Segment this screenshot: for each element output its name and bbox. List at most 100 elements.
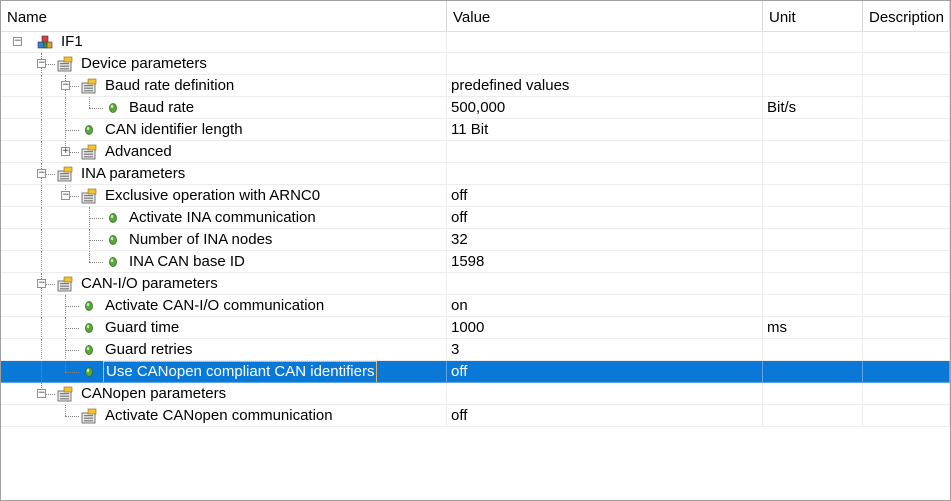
description-cell [863, 361, 950, 383]
collapse-toggle-icon[interactable]: − [37, 389, 46, 398]
column-header-name[interactable]: Name [1, 1, 447, 31]
value-cell[interactable]: off [447, 185, 763, 207]
tree-guide-line [41, 339, 42, 360]
tree-guide-line [89, 262, 103, 263]
value-cell[interactable] [447, 141, 763, 163]
tree-guide-line [41, 141, 42, 162]
row-label: Advanced [105, 143, 172, 160]
value-cell[interactable]: 11 Bit [447, 119, 763, 141]
name-cell[interactable]: Activate CAN-I/O communication [1, 295, 447, 317]
unit-cell [763, 75, 863, 97]
tree-guide-line [41, 295, 42, 316]
name-cell[interactable]: − CAN-I/O parameters [1, 273, 447, 295]
tree-guide-line [65, 416, 79, 417]
tree-guide-line [65, 306, 79, 307]
tree-row[interactable]: − CAN-I/O parameters [1, 273, 950, 295]
tree-row[interactable]: Guard retries 3 [1, 339, 950, 361]
unit-cell [763, 405, 863, 427]
name-cell[interactable]: INA CAN base ID [1, 251, 447, 273]
value-cell[interactable] [447, 273, 763, 295]
tree-guide-line [41, 251, 42, 272]
interface-icon [37, 35, 53, 49]
tree-guide-line [41, 361, 42, 382]
name-cell[interactable]: − Device parameters [1, 53, 447, 75]
description-cell [863, 75, 950, 97]
description-cell [863, 273, 950, 295]
tree-row[interactable]: Activate INA communication off [1, 207, 950, 229]
name-cell[interactable]: − CANopen parameters [1, 383, 447, 405]
row-label: INA CAN base ID [129, 253, 245, 270]
name-cell[interactable]: + Advanced [1, 141, 447, 163]
tree-guide-line [41, 185, 42, 206]
description-cell [863, 141, 950, 163]
value-cell[interactable]: on [447, 295, 763, 317]
parameter-leaf-icon [109, 213, 117, 223]
tree-row[interactable]: − INA parameters [1, 163, 950, 185]
name-cell[interactable]: Number of INA nodes [1, 229, 447, 251]
tree-guide-line [41, 317, 42, 338]
name-cell[interactable]: − INA parameters [1, 163, 447, 185]
tree-row[interactable]: Baud rate 500,000 Bit/s [1, 97, 950, 119]
name-cell[interactable]: Activate CANopen communication [1, 405, 447, 427]
collapse-toggle-icon[interactable]: − [37, 169, 46, 178]
column-header-value[interactable]: Value [447, 1, 763, 31]
tree-row[interactable]: Use CANopen compliant CAN identifiers off [1, 361, 950, 383]
value-cell[interactable]: off [447, 361, 763, 383]
collapse-toggle-icon[interactable]: − [61, 81, 70, 90]
name-cell[interactable]: − Baud rate definition [1, 75, 447, 97]
name-cell[interactable]: CAN identifier length [1, 119, 447, 141]
name-cell[interactable]: Activate INA communication [1, 207, 447, 229]
name-cell[interactable]: Baud rate [1, 97, 447, 119]
value-cell[interactable] [447, 53, 763, 75]
collapse-toggle-icon[interactable]: − [13, 37, 22, 46]
value-cell[interactable]: 500,000 [447, 97, 763, 119]
tree-row[interactable]: − Device parameters [1, 53, 950, 75]
value-cell[interactable]: off [447, 405, 763, 427]
name-cell[interactable]: Guard time [1, 317, 447, 339]
tree-row[interactable]: − CANopen parameters [1, 383, 950, 405]
description-cell [863, 405, 950, 427]
tree-row[interactable]: Activate CANopen communication off [1, 405, 950, 427]
tree-guide-line [65, 328, 79, 329]
parameter-group-icon [57, 276, 73, 292]
tree-row[interactable]: − Exclusive operation with ARNC0 off [1, 185, 950, 207]
value-cell[interactable]: 32 [447, 229, 763, 251]
value-cell[interactable]: 3 [447, 339, 763, 361]
name-cell[interactable]: − IF1 [1, 31, 447, 53]
collapse-toggle-icon[interactable]: − [61, 191, 70, 200]
column-header-description[interactable]: Description [863, 1, 950, 31]
name-cell[interactable]: Use CANopen compliant CAN identifiers [1, 361, 447, 383]
value-cell[interactable] [447, 31, 763, 53]
expand-toggle-icon[interactable]: + [61, 147, 70, 156]
row-label: INA parameters [81, 165, 186, 182]
value-cell[interactable] [447, 383, 763, 405]
name-cell[interactable]: Guard retries [1, 339, 447, 361]
tree-row[interactable]: Activate CAN-I/O communication on [1, 295, 950, 317]
tree-row[interactable]: INA CAN base ID 1598 [1, 251, 950, 273]
tree-guide-line [89, 251, 90, 262]
unit-cell [763, 141, 863, 163]
tree-row[interactable]: − IF1 [1, 31, 950, 53]
row-label: Use CANopen compliant CAN identifiers [103, 361, 378, 382]
value-cell[interactable]: 1598 [447, 251, 763, 273]
description-cell [863, 251, 950, 273]
column-header-unit[interactable]: Unit [763, 1, 863, 31]
unit-cell [763, 119, 863, 141]
value-cell[interactable]: off [447, 207, 763, 229]
tree-guide-line [65, 405, 66, 416]
name-cell[interactable]: − Exclusive operation with ARNC0 [1, 185, 447, 207]
value-cell[interactable]: predefined values [447, 75, 763, 97]
row-label: Exclusive operation with ARNC0 [105, 187, 321, 204]
parameter-group-icon [81, 144, 97, 160]
collapse-toggle-icon[interactable]: − [37, 59, 46, 68]
collapse-toggle-icon[interactable]: − [37, 279, 46, 288]
tree-row[interactable]: Guard time 1000 ms [1, 317, 950, 339]
unit-cell: ms [763, 317, 863, 339]
value-cell[interactable]: 1000 [447, 317, 763, 339]
tree-row[interactable]: Number of INA nodes 32 [1, 229, 950, 251]
value-cell[interactable] [447, 163, 763, 185]
tree-row[interactable]: − Baud rate definition predefined values [1, 75, 950, 97]
tree-row[interactable]: + Advanced [1, 141, 950, 163]
tree-row[interactable]: CAN identifier length 11 Bit [1, 119, 950, 141]
parameter-tree-table[interactable]: Name Value Unit Description − IF1 − Device … [0, 0, 951, 501]
